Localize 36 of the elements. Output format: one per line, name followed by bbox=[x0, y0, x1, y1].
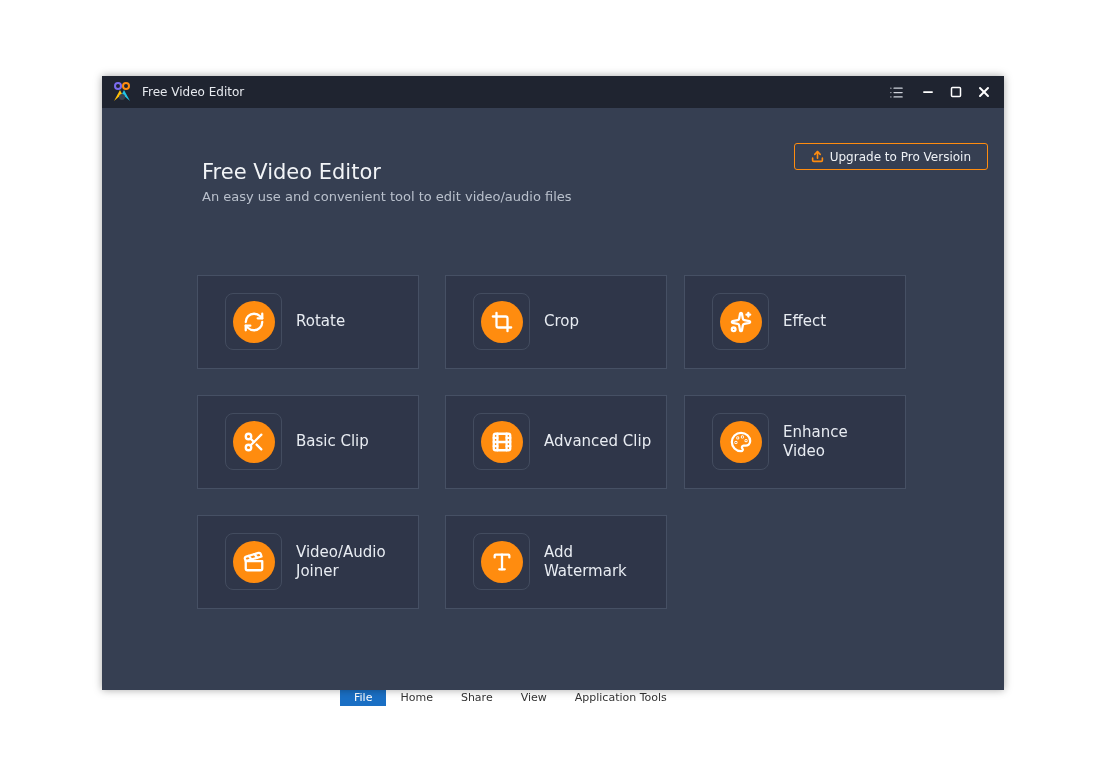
tool-card[interactable]: Crop bbox=[445, 274, 667, 369]
ribbon-tab[interactable]: File bbox=[340, 690, 387, 706]
tool-label: Crop bbox=[544, 312, 579, 331]
window-title: Free Video Editor bbox=[142, 84, 245, 101]
ribbon-tab[interactable]: Share bbox=[446, 690, 507, 706]
tool-card[interactable]: Effect bbox=[684, 274, 906, 369]
upload-icon bbox=[810, 150, 824, 163]
tool-card[interactable]: Video/Audio Joiner bbox=[197, 514, 419, 609]
sparkles-icon bbox=[729, 310, 752, 333]
upgrade-button[interactable]: Upgrade to Pro Versioin bbox=[793, 143, 988, 170]
tool-card[interactable]: Add Watermark bbox=[445, 514, 667, 609]
film-strip-icon bbox=[490, 430, 513, 453]
crop-icon bbox=[490, 310, 513, 333]
app-heading: Free Video Editor bbox=[202, 159, 382, 185]
tool-label: Basic Clip bbox=[296, 432, 369, 451]
tool-card[interactable]: Rotate bbox=[197, 274, 419, 369]
close-icon[interactable] bbox=[976, 84, 992, 100]
tool-label: Rotate bbox=[296, 312, 346, 331]
menu-icon[interactable] bbox=[889, 84, 904, 100]
tool-label: Enhance Video bbox=[783, 422, 848, 461]
app-subtitle: An easy use and convenient tool to edit video/audio files bbox=[202, 188, 572, 206]
ribbon-tab[interactable]: View bbox=[506, 690, 561, 706]
tool-label: Advanced Clip bbox=[544, 432, 652, 451]
tool-label: Video/Audio Joiner bbox=[296, 542, 386, 581]
tool-label: Add Watermark bbox=[544, 542, 627, 581]
app-logo-icon bbox=[112, 82, 132, 102]
maximize-icon[interactable] bbox=[950, 86, 962, 98]
tool-card[interactable]: Basic Clip bbox=[197, 394, 419, 489]
scissors-icon bbox=[242, 430, 265, 453]
tool-label: Effect bbox=[783, 312, 827, 331]
palette-icon bbox=[729, 430, 752, 453]
ribbon-tab[interactable]: Application Tools bbox=[560, 690, 681, 706]
tool-card[interactable]: Advanced Clip bbox=[445, 394, 667, 489]
ribbon-tab[interactable]: Home bbox=[386, 690, 447, 706]
tool-card[interactable]: Enhance Video bbox=[684, 394, 906, 489]
rotate-icon bbox=[242, 310, 265, 333]
